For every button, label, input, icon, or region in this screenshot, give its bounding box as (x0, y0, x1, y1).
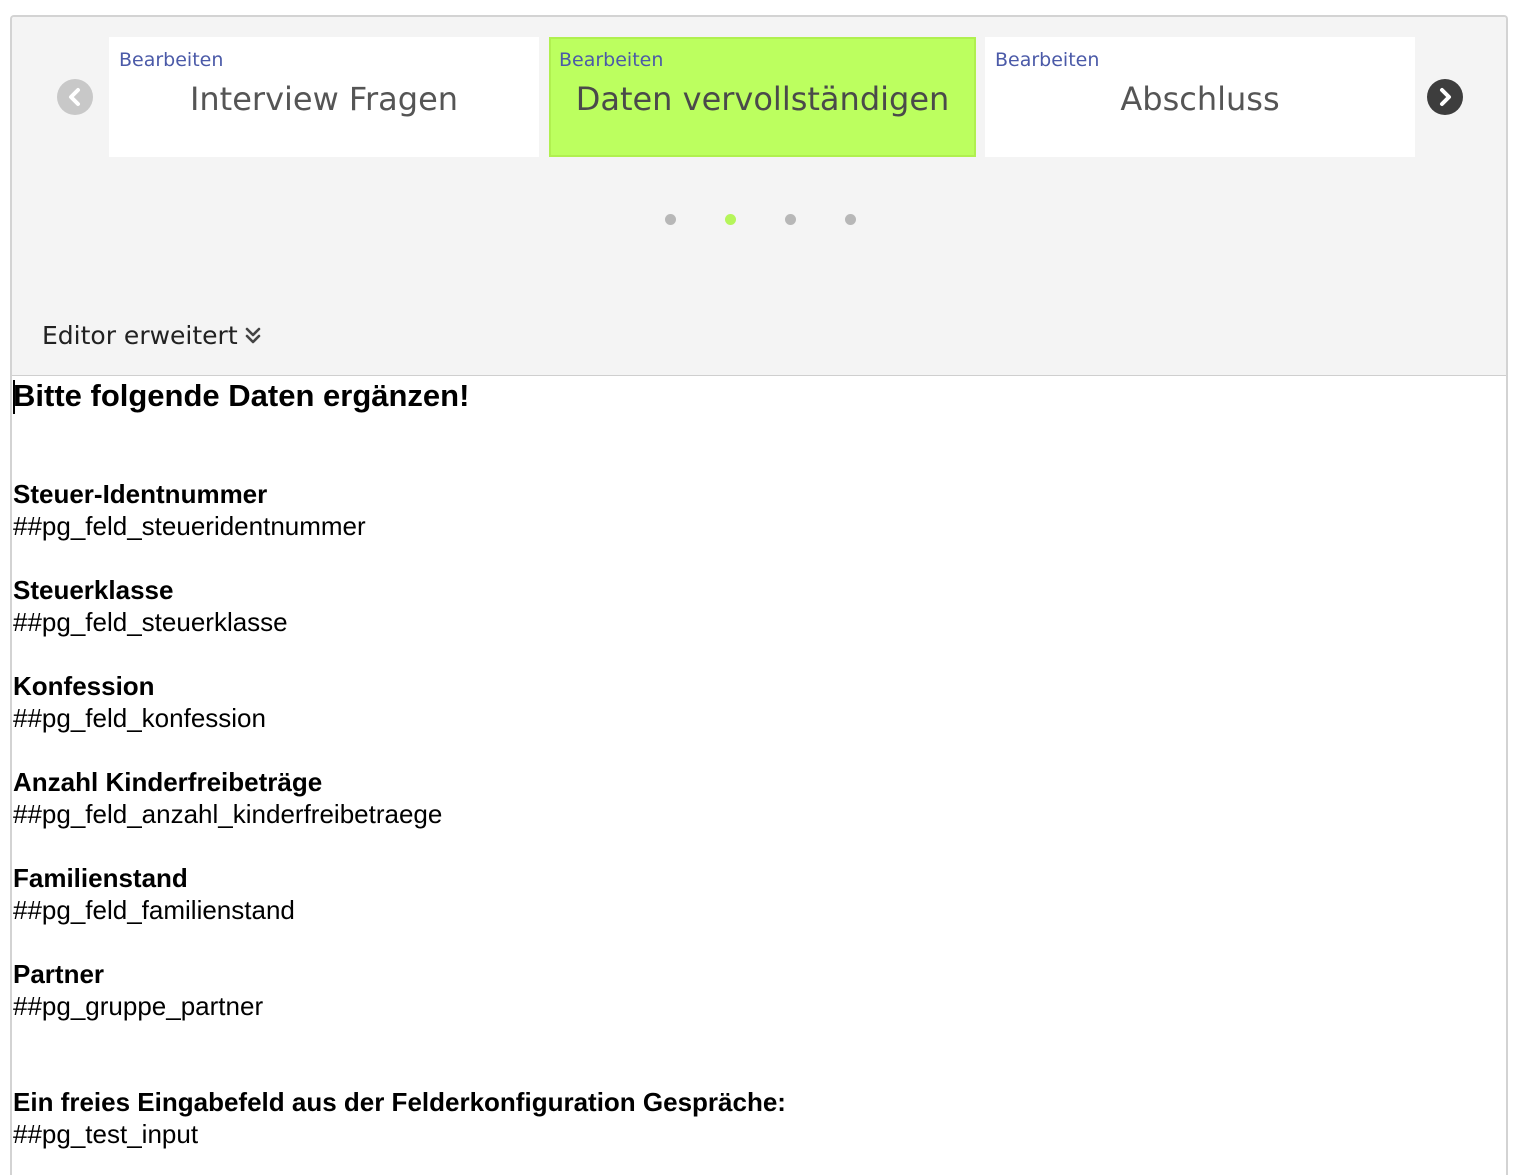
pagination-dot-active[interactable] (725, 214, 736, 225)
field-placeholder-code: ##pg_gruppe_partner (13, 991, 264, 1021)
field-placeholder-code: ##pg_feld_familienstand (13, 895, 295, 925)
field-label: Ein freies Eingabefeld aus der Felderkon… (13, 1087, 786, 1117)
field-label: Anzahl Kinderfreibeträge (13, 767, 323, 797)
edit-link[interactable]: Bearbeiten (995, 49, 1099, 71)
edit-link[interactable]: Bearbeiten (119, 49, 223, 71)
pagination-dot[interactable] (845, 214, 856, 225)
chevron-right-icon (1440, 88, 1451, 106)
field-label: Steuer-Identnummer (13, 479, 268, 509)
field-label: Steuerklasse (13, 575, 174, 605)
step-title: Abschluss (1120, 80, 1280, 118)
carousel-prev-button[interactable] (57, 79, 93, 115)
double-chevron-down-icon (245, 327, 260, 343)
field-placeholder-code: ##pg_feld_steueridentnummer (13, 511, 366, 541)
editor-toggle-label: Editor erweitert (42, 321, 238, 350)
field-label: Konfession (13, 671, 155, 701)
field-label: Familienstand (13, 863, 188, 893)
edit-link[interactable]: Bearbeiten (559, 49, 663, 71)
carousel-next-button[interactable] (1427, 79, 1463, 115)
carousel-pagination (12, 214, 1506, 226)
step-card-daten-vervollstaendigen[interactable]: Bearbeiten Daten vervollständigen (549, 37, 976, 157)
step-card-interview-fragen[interactable]: Bearbeiten Interview Fragen (109, 37, 539, 157)
editor-expand-toggle[interactable]: Editor erweitert (42, 321, 262, 350)
field-placeholder-code: ##pg_feld_konfession (13, 703, 266, 733)
field-label: Partner (13, 959, 105, 989)
step-editor-panel: Bearbeiten Interview Fragen Bearbeiten D… (10, 15, 1508, 1175)
field-placeholder-code: ##pg_feld_anzahl_kinderfreibetraege (13, 799, 443, 829)
step-title: Interview Fragen (189, 80, 459, 118)
step-card-abschluss[interactable]: Bearbeiten Abschluss (985, 37, 1415, 157)
step-title: Daten vervollständigen (575, 80, 950, 118)
field-placeholder-code: ##pg_test_input (13, 1119, 199, 1149)
steps-carousel: Bearbeiten Interview Fragen Bearbeiten D… (12, 17, 1506, 377)
rich-text-editor[interactable]: Bitte folgende Daten ergänzen! Steuer-Id… (12, 375, 1506, 1175)
chevron-left-icon (69, 88, 80, 106)
pagination-dot[interactable] (785, 214, 796, 225)
pagination-dot[interactable] (665, 214, 676, 225)
document-heading: Bitte folgende Daten ergänzen! (13, 378, 470, 413)
field-placeholder-code: ##pg_feld_steuerklasse (13, 607, 288, 637)
